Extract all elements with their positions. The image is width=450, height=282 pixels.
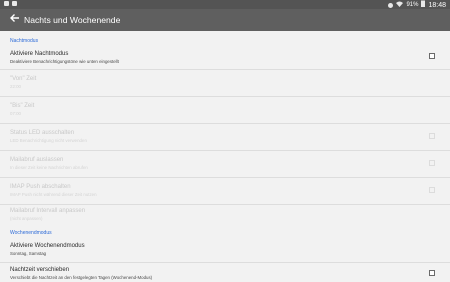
skip-mail-fetch-checkbox[interactable] [429,160,435,166]
page-title: Nachts und Wochenende [24,15,121,25]
setting-activate-weekend-mode[interactable]: Aktiviere Wochenendmodus Sonntag, Samsta… [0,238,450,262]
setting-subtitle: IMAP Push nicht während dieser Zeit nutz… [10,192,97,197]
night-mode-checkbox[interactable] [429,53,435,59]
setting-fetch-interval[interactable]: Mailabruf Intervall anpassen (nicht anpa… [0,205,450,225]
section-header-weekend: Wochenendmodus [10,230,52,236]
app-bar: Nachts und Wochenende [0,9,450,31]
imap-push-checkbox[interactable] [429,187,435,193]
setting-subtitle: 22:00 [10,84,21,89]
setting-subtitle: Deaktiviere Benachrichtigungstöne wie un… [10,59,119,64]
setting-subtitle: 07:00 [10,111,21,116]
setting-imap-push[interactable]: IMAP Push abschalten IMAP Push nicht wäh… [0,178,450,204]
setting-title: Status LED ausschalten [10,130,75,136]
location-icon [388,3,394,8]
setting-subtitle: Sonntag, Samstag [10,251,47,256]
setting-title: Mailabruf Intervall anpassen [10,208,86,214]
setting-title: "Von" Zeit [10,76,37,82]
setting-shift-night-time[interactable]: Nachtzeit verschieben Verschiebt die Nac… [0,263,450,282]
setting-title: Nachtzeit verschieben [10,267,70,273]
notification-icon-2 [12,1,17,6]
setting-skip-mail-fetch[interactable]: Mailabruf auslassen In dieser Zeit keine… [0,151,450,177]
setting-status-led[interactable]: Status LED ausschalten LED Benachrichtig… [0,124,450,150]
notification-icon-1 [4,1,9,6]
shift-night-time-checkbox[interactable] [429,270,435,276]
status-bar: 91% 18:48 [0,0,450,9]
setting-to-time[interactable]: "Bis" Zeit 07:00 [0,97,450,123]
status-led-checkbox[interactable] [429,133,435,139]
setting-title: Mailabruf auslassen [10,157,64,163]
arrow-back-icon[interactable] [8,12,22,26]
status-left-icons [4,1,17,6]
setting-subtitle: LED Benachrichtigung nicht verwenden [10,138,87,143]
settings-list: Nachtmodus Aktiviere Nachtmodus Deaktivi… [0,31,450,282]
setting-title: Aktiviere Wochenendmodus [10,243,85,249]
section-header-night: Nachtmodus [10,38,39,44]
setting-title: "Bis" Zeit [10,103,35,109]
setting-activate-night-mode[interactable]: Aktiviere Nachtmodus Deaktiviere Benachr… [0,46,450,69]
setting-subtitle: (nicht anpassen) [10,216,43,221]
setting-title: Aktiviere Nachtmodus [10,51,69,57]
setting-subtitle: In dieser Zeit keine Nachrichten abrufen [10,165,88,170]
setting-subtitle: Verschiebt die Nachtzeit an den festgele… [10,275,153,280]
setting-title: IMAP Push abschalten [10,184,71,190]
setting-from-time[interactable]: "Von" Zeit 22:00 [0,70,450,96]
